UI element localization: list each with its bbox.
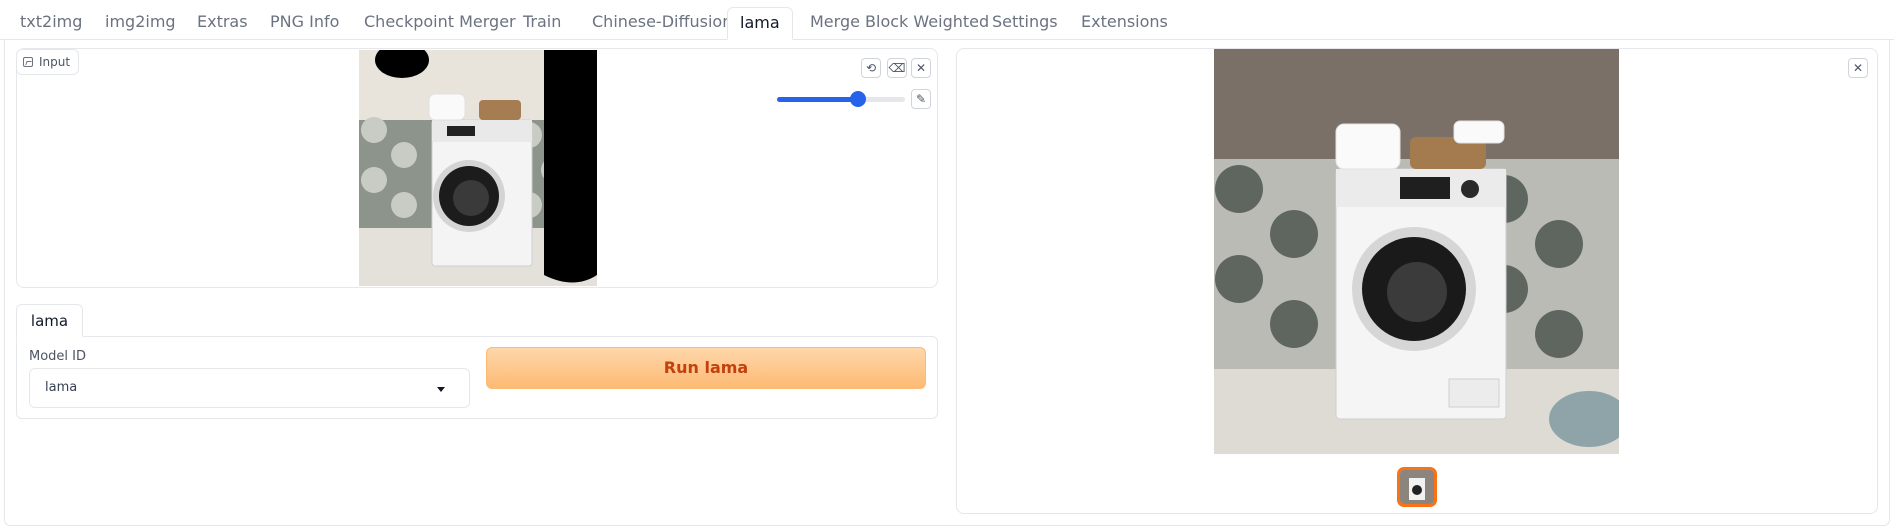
top-tab-bar: txt2img img2img Extras PNG Info Checkpoi… <box>0 0 1894 40</box>
eraser-icon: ⌫ <box>888 61 906 75</box>
slider-thumb[interactable] <box>850 91 866 107</box>
tab-settings[interactable]: Settings <box>980 7 1070 40</box>
tab-extensions[interactable]: Extensions <box>1069 7 1180 40</box>
remove-image-button[interactable]: ✕ <box>911 58 931 78</box>
tab-lama[interactable]: lama <box>727 7 793 40</box>
tab-train[interactable]: Train <box>511 7 573 40</box>
image-icon <box>23 57 33 67</box>
tab-checkpoint-merger[interactable]: Checkpoint Merger <box>352 7 528 40</box>
chevron-down-icon <box>437 387 445 392</box>
output-image[interactable] <box>1214 49 1619 454</box>
tab-extras[interactable]: Extras <box>185 7 260 40</box>
input-label-text: Input <box>39 55 71 69</box>
close-output-button[interactable]: ✕ <box>1848 58 1868 78</box>
run-lama-button[interactable]: Run lama <box>486 347 926 389</box>
clear-button[interactable]: ⌫ <box>887 58 907 78</box>
close-icon: ✕ <box>915 61 927 75</box>
tab-merge-block-weighted[interactable]: Merge Block Weighted <box>798 7 1001 40</box>
tab-lama-sub[interactable]: lama <box>16 304 83 337</box>
tab-chinese-diffusion[interactable]: Chinese-Diffusion <box>580 7 744 40</box>
tab-png-info[interactable]: PNG Info <box>258 7 351 40</box>
close-icon: ✕ <box>1852 61 1864 75</box>
input-image-art <box>359 50 597 286</box>
undo-button[interactable]: ⟲ <box>861 58 881 78</box>
slider-fill <box>777 97 858 102</box>
model-id-select[interactable]: lama <box>29 368 470 408</box>
model-id-label: Model ID <box>29 349 87 364</box>
input-image[interactable] <box>359 50 597 286</box>
brush-button[interactable]: ✎ <box>911 89 931 109</box>
tab-img2img[interactable]: img2img <box>93 7 188 40</box>
model-id-value: lama <box>45 380 78 395</box>
gallery-thumbnail[interactable] <box>1397 467 1437 507</box>
undo-icon: ⟲ <box>865 61 877 75</box>
brush-size-slider[interactable] <box>777 90 905 108</box>
brush-icon: ✎ <box>915 92 927 106</box>
output-image-art <box>1214 49 1619 454</box>
thumbnail-art <box>1400 470 1434 504</box>
input-label: Input <box>16 49 80 75</box>
tab-txt2img[interactable]: txt2img <box>8 7 94 40</box>
